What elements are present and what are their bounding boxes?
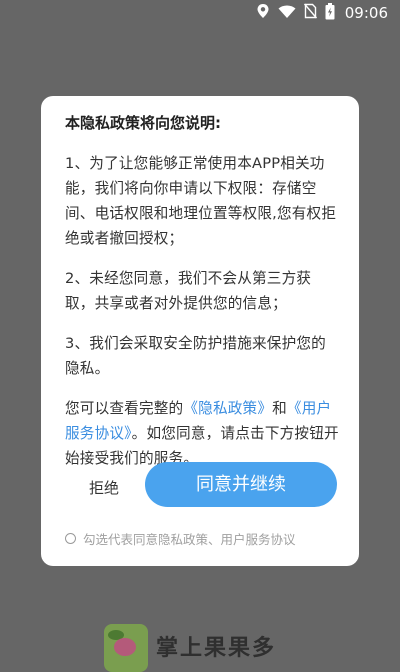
agree-and-continue-button[interactable]: 同意并继续: [145, 462, 337, 507]
privacy-policy-link[interactable]: 《隐私政策》: [183, 400, 272, 417]
wifi-icon: [278, 4, 296, 23]
no-sim-icon: [303, 3, 317, 23]
consent-checkbox[interactable]: [65, 532, 76, 544]
location-icon: [256, 3, 270, 23]
app-name: 掌上果果多: [156, 636, 277, 661]
links-prefix: 您可以查看完整的: [65, 400, 184, 417]
app-logo-icon: [104, 624, 148, 672]
dialog-body: 1、为了让您能够正常使用本APP相关功能，我们将向你申请以下权限：存储空间、电话…: [65, 151, 340, 486]
clock-time: 09:06: [344, 4, 388, 22]
status-icons: 09:06: [256, 2, 388, 24]
dialog-title: 本隐私政策将向您说明:: [65, 114, 221, 132]
links-and: 和: [272, 400, 287, 417]
status-bar: 09:06: [0, 0, 400, 26]
policy-paragraph-security: 3、我们会采取安全防护措施来保护您的隐私。: [65, 335, 326, 377]
battery-icon: [325, 2, 335, 24]
policy-paragraph-links: 您可以查看完整的《隐私政策》和《用户服务协议》。如您同意，请点击下方按钮开始接受…: [65, 396, 340, 471]
policy-paragraph-permissions: 1、为了让您能够正常使用本APP相关功能，我们将向你申请以下权限：存储空间、电话…: [65, 155, 337, 247]
consent-checkbox-row[interactable]: 勾选代表同意隐私政策、用户服务协议: [65, 528, 296, 548]
reject-button[interactable]: 拒绝: [81, 476, 127, 500]
consent-label: 勾选代表同意隐私政策、用户服务协议: [83, 531, 296, 547]
privacy-dialog: 本隐私政策将向您说明: 1、为了让您能够正常使用本APP相关功能，我们将向你申请…: [41, 96, 359, 566]
policy-paragraph-sharing: 2、未经您同意，我们不会从第三方获取，共享或者对外提供您的信息；: [65, 270, 312, 312]
background-app-banner: 掌上果果多: [104, 624, 324, 672]
